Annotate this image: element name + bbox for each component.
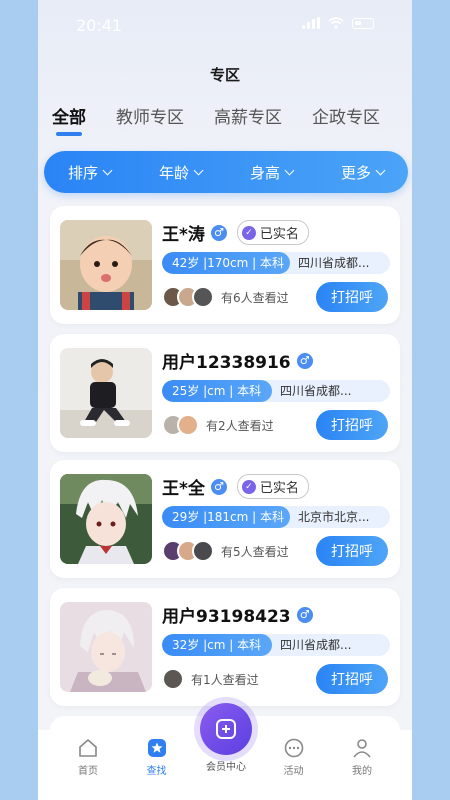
profile-name: 王*涛: [162, 225, 205, 245]
viewer-avatar: [192, 286, 214, 308]
filter-bar: 排序 年龄 身高 更多: [44, 151, 408, 193]
tabbar-mine[interactable]: 我的: [334, 738, 390, 800]
tabbar-activity-label: 活动: [283, 766, 304, 777]
location: 四川省成都...: [280, 638, 352, 652]
plus-box-icon: [216, 719, 236, 739]
viewer-count: 有5人查看过: [221, 544, 289, 559]
star-box-icon: [147, 739, 166, 757]
status-icons: [302, 17, 374, 29]
info-pill: 32岁 |cm | 本科 四川省成都...: [162, 634, 390, 656]
battery-icon: [352, 17, 374, 29]
info-pill: 29岁 |181cm | 本科 北京市北京...: [162, 506, 390, 528]
filter-height[interactable]: 身高: [249, 162, 295, 183]
vip-center-button[interactable]: [200, 703, 252, 755]
vip-center-label: 会员中心: [206, 762, 246, 773]
name-row: 王*涛 ♂ ✓ 已实名: [162, 220, 309, 245]
name-row: 用户93198423 ♂: [162, 602, 313, 627]
male-icon: ♂: [296, 352, 313, 369]
basic-info: 42岁 |170cm | 本科: [162, 252, 290, 274]
tab-all[interactable]: 全部: [52, 103, 86, 136]
tabbar-home-label: 首页: [78, 766, 98, 777]
basic-info: 29岁 |181cm | 本科: [162, 506, 290, 528]
tabbar-find-label: 查找: [146, 766, 167, 777]
filter-age-label: 年龄: [158, 163, 189, 182]
chevron-down-icon: [193, 165, 204, 175]
profile-card[interactable]: 王*全 ♂ ✓ 已实名 29岁 |181cm | 本科 北京市北京... 有5人查…: [50, 460, 400, 578]
anime-photo: [60, 474, 152, 564]
person-photo: [60, 348, 152, 438]
filter-age[interactable]: 年龄: [158, 162, 204, 183]
signal-icon: [302, 17, 320, 29]
filter-sort-label: 排序: [67, 163, 98, 182]
info-pill: 25岁 |cm | 本科 四川省成都...: [162, 380, 390, 402]
location: 四川省成都...: [280, 384, 352, 398]
profile-name: 王*全: [162, 479, 205, 499]
profile-card[interactable]: 用户12338916 ♂ 25岁 |cm | 本科 四川省成都... 有2人查看…: [50, 334, 400, 452]
verified-badge: ✓ 已实名: [236, 474, 309, 499]
app-screen: 20:41 专区 全部 教师专区 高薪专区 企政专区 排序 年龄 身高 更多 王…: [38, 0, 412, 800]
viewer-avatar: [192, 540, 214, 562]
page-title: 专区: [209, 66, 240, 84]
verified-label: 已实名: [259, 481, 299, 496]
status-bar: 20:41: [38, 0, 412, 40]
check-icon: ✓: [241, 479, 256, 494]
viewers-row: 有2人查看过: [162, 414, 274, 436]
viewer-count: 有6人查看过: [221, 290, 289, 305]
chevron-down-icon: [284, 165, 295, 175]
avatar[interactable]: [60, 348, 152, 438]
viewer-avatar: [162, 668, 184, 690]
filter-more[interactable]: 更多: [340, 162, 386, 183]
basic-info: 32岁 |cm | 本科: [162, 634, 272, 656]
profile-card[interactable]: 王*涛 ♂ ✓ 已实名 42岁 |170cm | 本科 四川省成都... 有6人查…: [50, 206, 400, 324]
male-icon: ♂: [210, 478, 227, 495]
user-icon: [353, 739, 371, 758]
name-row: 用户12338916 ♂: [162, 348, 313, 373]
tab-enterprise-gov[interactable]: 企政专区: [312, 103, 380, 136]
avatar[interactable]: [60, 220, 152, 310]
filter-sort[interactable]: 排序: [67, 162, 113, 183]
verified-badge: ✓ 已实名: [236, 220, 309, 245]
wifi-icon: [328, 17, 344, 29]
location: 四川省成都...: [298, 256, 370, 270]
viewer-count: 有1人查看过: [191, 672, 259, 687]
viewer-avatar: [177, 414, 199, 436]
greet-button[interactable]: 打招呼: [316, 536, 388, 566]
tabbar-activity[interactable]: 活动: [266, 738, 322, 800]
filter-more-label: 更多: [340, 163, 371, 182]
viewers-row: 有6人查看过: [162, 286, 289, 308]
profile-card[interactable]: 用户93198423 ♂ 32岁 |cm | 本科 四川省成都... 有1人查看…: [50, 588, 400, 706]
check-icon: ✓: [241, 225, 256, 240]
chat-icon: [284, 738, 303, 758]
basic-info: 25岁 |cm | 本科: [162, 380, 272, 402]
avatar[interactable]: [60, 474, 152, 564]
home-icon: [79, 739, 97, 757]
verified-label: 已实名: [259, 227, 299, 242]
tab-teachers[interactable]: 教师专区: [116, 103, 184, 136]
profile-name: 用户12338916: [162, 353, 291, 373]
male-icon: ♂: [210, 224, 227, 241]
chevron-down-icon: [375, 165, 386, 175]
viewers-row: 有1人查看过: [162, 668, 259, 690]
category-tabs: 全部 教师专区 高薪专区 企政专区: [52, 103, 380, 136]
avatar[interactable]: [60, 602, 152, 692]
info-pill: 42岁 |170cm | 本科 四川省成都...: [162, 252, 390, 274]
greet-button[interactable]: 打招呼: [316, 282, 388, 312]
tabbar-home[interactable]: 首页: [60, 738, 116, 800]
tabbar-mine-label: 我的: [352, 766, 372, 777]
child-photo: [60, 220, 152, 310]
anime-photo: [60, 602, 152, 692]
viewer-count: 有2人查看过: [206, 418, 274, 433]
location: 北京市北京...: [298, 510, 370, 524]
name-row: 王*全 ♂ ✓ 已实名: [162, 474, 309, 499]
chevron-down-icon: [102, 165, 113, 175]
tab-high-salary[interactable]: 高薪专区: [214, 103, 282, 136]
filter-height-label: 身高: [249, 163, 280, 182]
profile-name: 用户93198423: [162, 607, 291, 627]
male-icon: ♂: [296, 606, 313, 623]
tabbar-find[interactable]: 查找: [129, 738, 185, 800]
viewers-row: 有5人查看过: [162, 540, 289, 562]
greet-button[interactable]: 打招呼: [316, 410, 388, 440]
status-time: 20:41: [76, 16, 123, 35]
greet-button[interactable]: 打招呼: [316, 664, 388, 694]
